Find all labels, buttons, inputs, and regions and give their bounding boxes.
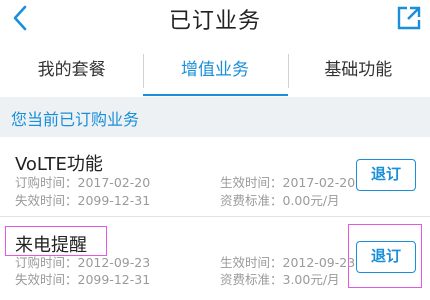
tab-divider: [288, 54, 289, 88]
unsubscribe-button[interactable]: 退订: [356, 159, 416, 191]
effective-time: 生效时间：2017-02-20: [220, 175, 356, 190]
highlight-box: [5, 226, 107, 256]
fee-standard: 资费标准：0.00元/月: [220, 193, 340, 208]
tab-bar: 我的套餐 增值业务 基础功能: [0, 46, 430, 96]
expire-time: 失效时间：2099-12-31: [15, 272, 151, 287]
tab-divider: [143, 54, 144, 88]
section-header: 您当前已订购业务: [0, 97, 430, 137]
fee-standard: 资费标准：3.00元/月: [220, 272, 340, 287]
nav-bar: 已订业务: [0, 0, 430, 38]
tab-value-added[interactable]: 增值业务: [143, 46, 286, 96]
tab-basic-functions[interactable]: 基础功能: [287, 46, 430, 96]
active-tab-indicator: [143, 94, 288, 96]
share-icon[interactable]: [396, 5, 422, 31]
section-title: 您当前已订购业务: [11, 110, 140, 129]
expire-time: 失效时间：2099-12-31: [15, 193, 151, 208]
highlight-box: [348, 224, 422, 288]
tab-my-plan[interactable]: 我的套餐: [0, 46, 143, 96]
service-item: VoLTE功能 订购时间：2017-02-20 生效时间：2017-02-20 …: [0, 137, 430, 213]
order-time: 订购时间：2017-02-20: [15, 175, 151, 190]
page-title: 已订业务: [168, 9, 261, 34]
